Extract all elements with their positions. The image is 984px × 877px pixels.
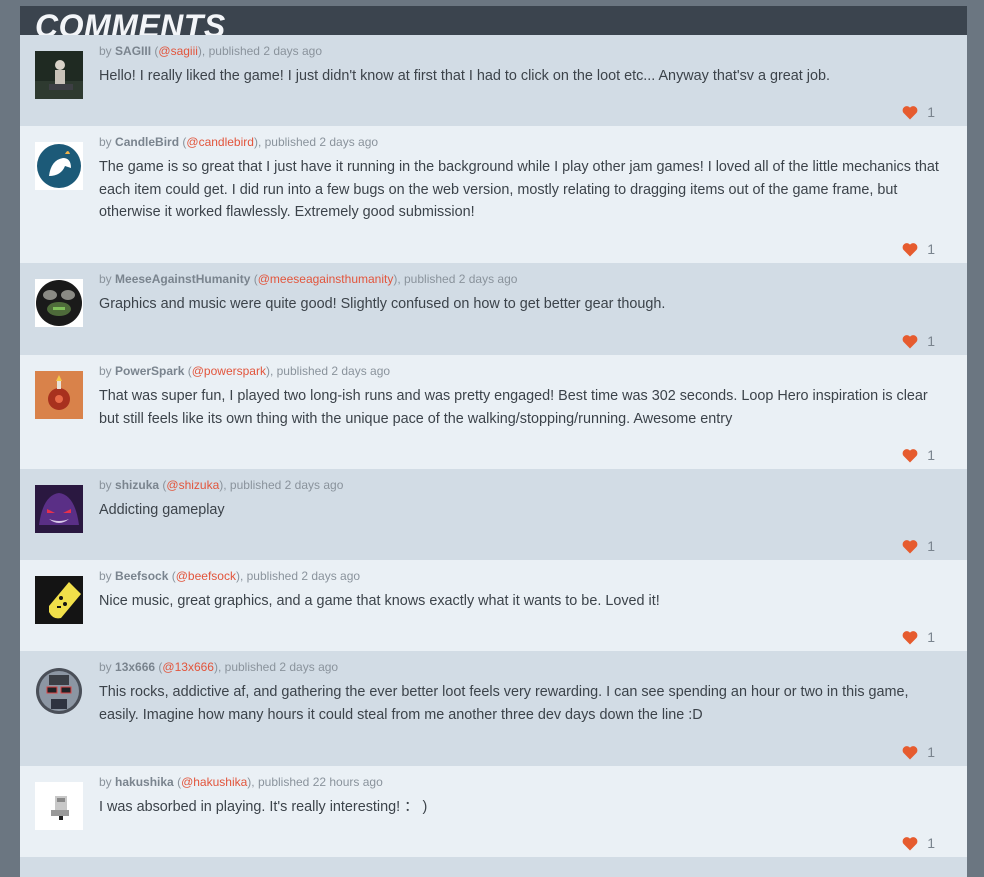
timestamp: 2 days ago <box>319 135 379 149</box>
timestamp: 2 days ago <box>263 44 323 58</box>
heart-icon <box>902 630 918 645</box>
like-count: 1 <box>927 538 935 554</box>
comment-meta: by shizuka (@shizuka), published 2 days … <box>99 478 344 492</box>
heart-icon <box>902 836 918 851</box>
heart-icon <box>902 105 918 120</box>
avatar[interactable] <box>35 667 83 715</box>
avatar[interactable] <box>35 782 83 830</box>
handle-link[interactable]: @meeseagainsthumanity <box>258 272 394 286</box>
avatar[interactable] <box>35 279 83 327</box>
comment-item: by Beefsock (@beefsock), published 2 day… <box>20 560 967 651</box>
like-button[interactable]: 1 <box>902 333 935 349</box>
avatar[interactable] <box>35 371 83 419</box>
username-link[interactable]: PowerSpark <box>115 364 184 378</box>
comment-body: Addicting gameplay <box>99 502 225 518</box>
like-button[interactable]: 1 <box>902 835 935 851</box>
comment-list: by SAGIII (@sagiii), published 2 days ag… <box>20 35 967 877</box>
handle-link[interactable]: @13x666 <box>162 660 214 674</box>
like-button[interactable]: 1 <box>902 538 935 554</box>
comment-item: by hakushika (@hakushika), published 22 … <box>20 766 967 857</box>
comment-meta: by PowerSpark (@powerspark), published 2… <box>99 364 391 378</box>
like-button[interactable]: 1 <box>902 104 935 120</box>
comment-meta: by MeeseAgainstHumanity (@meeseagainsthu… <box>99 272 518 286</box>
comments-panel: COMMENTS by SAGIII (@sagiii), published … <box>20 6 967 877</box>
comment-body: Hello! I really liked the game! I just d… <box>99 68 830 84</box>
avatar[interactable] <box>35 142 83 190</box>
comment-body: Graphics and music were quite good! Slig… <box>99 296 666 312</box>
comment-meta: by 13x666 (@13x666), published 2 days ag… <box>99 660 339 674</box>
avatar[interactable] <box>35 576 83 624</box>
comment-body: This rocks, addictive af, and gathering … <box>99 684 909 723</box>
like-count: 1 <box>927 241 935 257</box>
timestamp: 22 hours ago <box>312 775 383 789</box>
handle-link[interactable]: @shizuka <box>166 478 219 492</box>
comment-body: The game is so great that I just have it… <box>99 159 939 220</box>
timestamp: 2 days ago <box>284 478 344 492</box>
like-button[interactable]: 1 <box>902 744 935 760</box>
avatar[interactable] <box>35 485 83 533</box>
timestamp: 2 days ago <box>331 364 391 378</box>
heart-icon <box>902 745 918 760</box>
comment-item: by 13x666 (@13x666), published 2 days ag… <box>20 651 967 766</box>
like-count: 1 <box>927 744 935 760</box>
like-count: 1 <box>927 333 935 349</box>
username-link[interactable]: SAGIII <box>115 44 151 58</box>
comment-meta: by SAGIII (@sagiii), published 2 days ag… <box>99 44 323 58</box>
heart-icon <box>902 539 918 554</box>
like-count: 1 <box>927 104 935 120</box>
username-link[interactable]: shizuka <box>115 478 159 492</box>
comment-item-partial <box>20 857 967 877</box>
handle-link[interactable]: @powerspark <box>192 364 266 378</box>
comment-meta: by Beefsock (@beefsock), published 2 day… <box>99 569 361 583</box>
like-button[interactable]: 1 <box>902 241 935 257</box>
comment-item: by CandleBird (@candlebird), published 2… <box>20 126 967 263</box>
comment-item: by PowerSpark (@powerspark), published 2… <box>20 355 967 469</box>
handle-link[interactable]: @beefsock <box>176 569 236 583</box>
comment-meta: by hakushika (@hakushika), published 22 … <box>99 775 383 789</box>
heart-icon <box>902 242 918 257</box>
comment-body: That was super fun, I played two long-is… <box>99 388 928 427</box>
timestamp: 2 days ago <box>301 569 361 583</box>
heart-icon <box>902 448 918 463</box>
comment-meta: by CandleBird (@candlebird), published 2… <box>99 135 379 149</box>
comment-body: I was absorbed in playing. It's really i… <box>99 799 428 815</box>
like-count: 1 <box>927 447 935 463</box>
avatar[interactable] <box>35 51 83 99</box>
like-button[interactable]: 1 <box>902 447 935 463</box>
handle-link[interactable]: @candlebird <box>186 135 254 149</box>
username-link[interactable]: Beefsock <box>115 569 168 583</box>
comment-item: by MeeseAgainstHumanity (@meeseagainsthu… <box>20 263 967 355</box>
like-button[interactable]: 1 <box>902 629 935 645</box>
username-link[interactable]: MeeseAgainstHumanity <box>115 272 250 286</box>
handle-link[interactable]: @hakushika <box>181 775 247 789</box>
comment-item: by SAGIII (@sagiii), published 2 days ag… <box>20 35 967 126</box>
section-heading: COMMENTS <box>35 8 226 35</box>
comment-item: by shizuka (@shizuka), published 2 days … <box>20 469 967 560</box>
username-link[interactable]: 13x666 <box>115 660 155 674</box>
heart-icon <box>902 334 918 349</box>
timestamp: 2 days ago <box>279 660 339 674</box>
handle-link[interactable]: @sagiii <box>158 44 198 58</box>
timestamp: 2 days ago <box>458 272 518 286</box>
like-count: 1 <box>927 835 935 851</box>
like-count: 1 <box>927 629 935 645</box>
username-link[interactable]: CandleBird <box>115 135 179 149</box>
username-link[interactable]: hakushika <box>115 775 174 789</box>
comment-body: Nice music, great graphics, and a game t… <box>99 593 660 609</box>
